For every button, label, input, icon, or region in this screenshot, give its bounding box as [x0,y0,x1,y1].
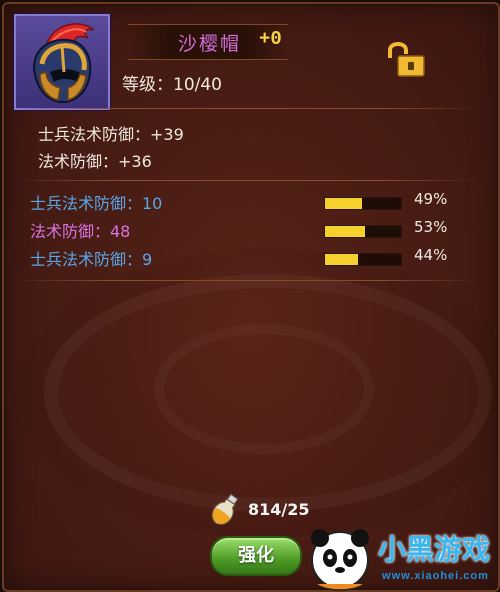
unlocked-padlock-icon[interactable] [384,40,430,80]
stat-percent: 44% [414,246,448,264]
base-stat-1: 法术防御：+36 [38,152,152,171]
item-name: 沙樱帽 [178,33,242,55]
background-ornament-inner [154,324,374,454]
watermark-url: www.xiaohei.com [382,570,489,582]
base-stat-0: 士兵法术防御：+39 [38,125,184,144]
stat-percent: 53% [414,218,448,236]
potion-icon [211,493,239,525]
extra-stat-row: 法术防御：48 53% [30,218,460,242]
material-count: 814/25 [248,500,310,519]
stat-progress-bar [324,225,402,238]
stat-percent: 49% [414,190,448,208]
stat-progress-fill [325,254,359,265]
stat-progress-fill [325,226,366,237]
stat-progress-fill [325,198,363,209]
extra-stat-label: 士兵法术防御：9 [30,250,153,269]
helmet-icon [32,23,95,103]
divider-top [14,108,480,109]
enhance-level: +0 [259,28,282,50]
extra-stat-row: 士兵法术防御：10 49% [30,190,460,214]
divider-middle [14,180,480,181]
divider-bottom [14,280,480,281]
enhance-button[interactable]: 强化 [210,536,302,576]
item-icon-frame[interactable] [14,14,110,110]
stat-progress-bar [324,253,402,266]
item-level: 等级：10/40 [122,75,222,95]
extra-stat-label: 法术防御：48 [30,222,131,241]
extra-stat-label: 士兵法术防御：10 [30,194,163,213]
extra-stat-row: 士兵法术防御：9 44% [30,246,460,270]
watermark-title: 小黑游戏 [378,533,491,566]
stat-progress-bar [324,197,402,210]
